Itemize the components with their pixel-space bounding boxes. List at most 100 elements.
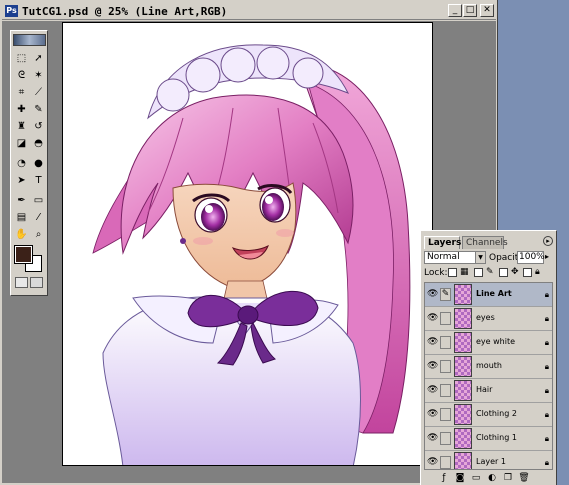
link-slot[interactable] [440, 432, 451, 445]
layer-thumbnail[interactable] [454, 356, 472, 377]
layer-thumbnail[interactable] [454, 404, 472, 425]
lock-icon: 🔒︎ [544, 410, 549, 419]
eye-visibility-icon[interactable]: 👁︎ [427, 409, 438, 420]
eyedropper-tool-icon[interactable]: ⁄ [31, 210, 46, 225]
layers-palette: Layers Channels ▸ Normal ▼ Opacity: 100%… [420, 230, 557, 485]
trash-icon[interactable]: 🗑︎ [518, 472, 530, 484]
title-bar[interactable]: Ps TutCG1.psd @ 25% (Line Art,RGB) _ □ ✕ [2, 2, 496, 20]
zoom-tool-icon[interactable]: ⌕ [31, 227, 46, 242]
new-set-icon[interactable]: ▭ [470, 472, 482, 484]
foreground-color-swatch[interactable] [14, 245, 33, 264]
eye-visibility-icon[interactable]: 👁︎ [427, 361, 438, 372]
layer-row[interactable]: 👁︎ ✎ Line Art 🔒︎ [425, 283, 552, 307]
lock-position-checkbox[interactable] [499, 268, 508, 277]
blend-mode-select[interactable]: Normal ▼ [424, 251, 486, 264]
link-slot[interactable] [440, 384, 451, 397]
link-slot[interactable] [440, 336, 451, 349]
layers-list: 👁︎ ✎ Line Art 🔒︎ 👁︎ eyes 🔒︎ 👁︎ eye white 🔒︎ 👁︎ mout… [424, 282, 553, 470]
eye-visibility-icon[interactable]: 👁︎ [427, 289, 438, 300]
layer-row[interactable]: 👁︎ eye white 🔒︎ [425, 331, 552, 355]
eye-visibility-icon[interactable]: 👁︎ [427, 337, 438, 348]
brush-tool-icon[interactable]: ✎ [31, 102, 46, 117]
blend-mode-value: Normal [427, 252, 460, 262]
close-button[interactable]: ✕ [480, 4, 494, 17]
move-tool-icon[interactable]: ➚ [31, 51, 46, 66]
lock-all-checkbox[interactable] [523, 268, 532, 277]
eye-visibility-icon[interactable]: 👁︎ [427, 313, 438, 324]
brush-icon[interactable]: ✎ [440, 288, 451, 301]
eye-visibility-icon[interactable]: 👁︎ [427, 385, 438, 396]
type-tool-icon[interactable]: T [31, 173, 46, 188]
layer-thumbnail[interactable] [454, 428, 472, 449]
layer-name: Clothing 1 [476, 433, 517, 442]
adjustment-layer-icon[interactable]: ◐ [486, 472, 498, 484]
magic-wand-tool-icon[interactable]: ✶ [31, 68, 46, 83]
path-select-tool-icon[interactable]: ➤ [14, 173, 29, 188]
palette-footer: ƒ ◙ ▭ ◐ ❐ 🗑︎ [424, 472, 553, 485]
notes-tool-icon[interactable]: ▤ [14, 210, 29, 225]
slice-tool-icon[interactable]: ⟋ [31, 85, 46, 100]
quick-mask-mode-button[interactable] [30, 277, 43, 288]
layer-name: eyes [476, 313, 495, 322]
chevron-down-icon: ▼ [475, 252, 485, 263]
tab-layers[interactable]: Layers [424, 236, 461, 249]
layer-row[interactable]: 👁︎ Layer 1 🔒︎ [425, 451, 552, 469]
link-slot[interactable] [440, 312, 451, 325]
lock-label: Lock: [424, 268, 448, 278]
layer-row[interactable]: 👁︎ mouth 🔒︎ [425, 355, 552, 379]
dodge-tool-icon[interactable]: ● [31, 156, 46, 171]
layer-name: eye white [476, 337, 516, 346]
hand-tool-icon[interactable]: ✋ [14, 227, 29, 242]
image-canvas[interactable] [62, 22, 433, 466]
lock-icon: 🔒︎ [544, 338, 549, 347]
new-layer-icon[interactable]: ❐ [502, 472, 514, 484]
layer-mask-icon[interactable]: ◙ [454, 472, 466, 484]
blur-tool-icon[interactable]: ◔ [14, 156, 29, 171]
minimize-button[interactable]: _ [448, 4, 462, 17]
lock-image-checkbox[interactable] [474, 268, 483, 277]
clone-stamp-tool-icon[interactable]: ♜ [14, 119, 29, 134]
crop-tool-icon[interactable]: ⌗ [14, 85, 29, 100]
opacity-slider-arrow-icon[interactable]: ▸ [545, 252, 549, 261]
pen-tool-icon[interactable]: ✒ [14, 193, 29, 208]
lock-all-icon: 🔒︎ [535, 267, 540, 277]
layer-thumbnail[interactable] [454, 452, 472, 469]
tab-channels[interactable]: Channels [462, 236, 508, 249]
history-brush-tool-icon[interactable]: ↺ [31, 119, 46, 134]
layer-thumbnail[interactable] [454, 284, 472, 305]
marquee-tool-icon[interactable]: ⬚ [14, 51, 29, 66]
healing-brush-tool-icon[interactable]: ✚ [14, 102, 29, 117]
opacity-input[interactable]: 100% [517, 251, 545, 264]
palette-menu-icon[interactable]: ▸ [543, 236, 553, 246]
photoshop-document-icon: Ps [5, 5, 18, 17]
anime-maid-illustration [92, 44, 411, 465]
maximize-button[interactable]: □ [463, 4, 477, 17]
eraser-tool-icon[interactable]: ◪ [14, 136, 29, 151]
link-slot[interactable] [440, 360, 451, 373]
link-slot[interactable] [440, 456, 451, 469]
layer-thumbnail[interactable] [454, 308, 472, 329]
lock-transparency-checkbox[interactable] [448, 268, 457, 277]
window-title: TutCG1.psd @ 25% (Line Art,RGB) [22, 5, 228, 18]
lock-icon: 🔒︎ [544, 386, 549, 395]
layer-name: Clothing 2 [476, 409, 517, 418]
standard-mode-button[interactable] [15, 277, 28, 288]
eye-visibility-icon[interactable]: 👁︎ [427, 457, 438, 468]
lock-position-icon: ✥ [511, 267, 519, 277]
layer-row[interactable]: 👁︎ Hair 🔒︎ [425, 379, 552, 403]
layer-row[interactable]: 👁︎ Clothing 2 🔒︎ [425, 403, 552, 427]
layer-thumbnail[interactable] [454, 332, 472, 353]
lock-icon: 🔒︎ [544, 290, 549, 299]
layer-thumbnail[interactable] [454, 380, 472, 401]
layer-row[interactable]: 👁︎ eyes 🔒︎ [425, 307, 552, 331]
link-slot[interactable] [440, 408, 451, 421]
layer-row[interactable]: 👁︎ Clothing 1 🔒︎ [425, 427, 552, 451]
lock-image-icon: ✎ [486, 267, 494, 277]
layer-style-icon[interactable]: ƒ [438, 472, 450, 484]
shape-tool-icon[interactable]: ▭ [31, 193, 46, 208]
bucket-tool-icon[interactable]: ◓ [31, 136, 46, 151]
lock-icon: 🔒︎ [544, 362, 549, 371]
lasso-tool-icon[interactable]: ᘓ [14, 68, 29, 83]
tools-palette: ⬚ ➚ ᘓ ✶ ⌗ ⟋ ✚ ✎ ♜ ↺ ◪ ◓ ◔ ● ➤ T ✒ ▭ ▤ ⁄ ✋ ⌕ [10, 30, 48, 296]
eye-visibility-icon[interactable]: 👁︎ [427, 433, 438, 444]
